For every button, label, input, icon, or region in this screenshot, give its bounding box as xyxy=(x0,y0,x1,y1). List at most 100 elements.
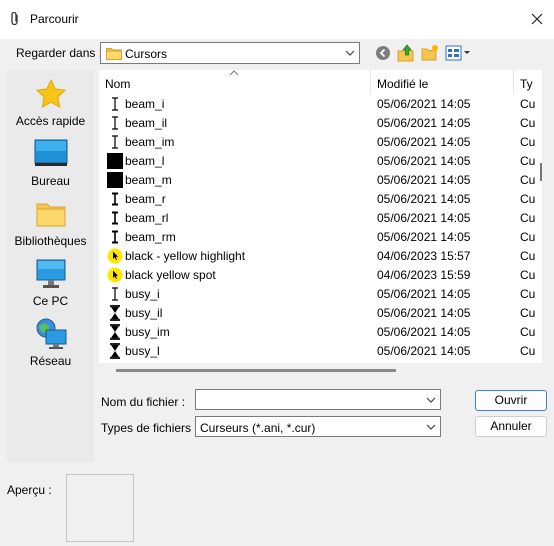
folder-icon xyxy=(106,48,122,60)
places-bar: Accès rapide Bureau Bibliothèques Ce PC xyxy=(7,70,94,462)
file-type: Cu xyxy=(520,192,536,206)
new-folder-icon xyxy=(421,45,438,61)
file-modified-date: 05/06/2021 14:05 xyxy=(377,230,471,244)
paperclip-icon xyxy=(11,11,18,26)
place-label: Ce PC xyxy=(32,294,69,308)
file-row[interactable]: beam_r 05/06/2021 14:05 Cu xyxy=(99,189,535,208)
file-modified-date: 05/06/2021 14:05 xyxy=(377,325,471,339)
hourglass-cursor-icon xyxy=(107,343,123,359)
network-icon xyxy=(36,318,66,349)
file-type: Cu xyxy=(520,344,536,358)
yellow-spot-cursor-icon xyxy=(107,267,123,283)
file-modified-date: 05/06/2021 14:05 xyxy=(377,154,471,168)
file-row[interactable]: beam_m 05/06/2021 14:05 Cu xyxy=(99,170,535,189)
chevron-down-icon[interactable] xyxy=(426,395,436,405)
view-menu-icon xyxy=(445,45,470,61)
file-type: Cu xyxy=(520,97,536,111)
up-folder-button[interactable] xyxy=(396,43,416,63)
file-name: beam_rm xyxy=(125,230,176,244)
file-type: Cu xyxy=(520,154,536,168)
star-icon xyxy=(35,78,66,108)
file-row[interactable]: beam_i 05/06/2021 14:05 Cu xyxy=(99,94,535,113)
look-in-value: Cursors xyxy=(125,47,168,61)
place-this-pc[interactable]: Ce PC xyxy=(7,258,94,316)
beam-thick-cursor-icon xyxy=(107,229,123,245)
column-divider[interactable] xyxy=(513,70,514,94)
file-row[interactable]: black yellow spot 04/06/2023 15:59 Cu xyxy=(99,265,535,284)
file-name: busy_l xyxy=(125,344,160,358)
file-modified-date: 05/06/2021 14:05 xyxy=(377,173,471,187)
place-label: Accès rapide xyxy=(15,114,86,128)
file-modified-date: 05/06/2021 14:05 xyxy=(377,135,471,149)
back-button[interactable] xyxy=(373,43,393,63)
beam-thick-cursor-icon xyxy=(107,210,123,226)
file-type: Cu xyxy=(520,249,536,263)
file-name: busy_im xyxy=(125,325,170,339)
file-type: Cu xyxy=(520,135,536,149)
black-block-cursor-icon xyxy=(107,153,123,169)
file-row[interactable]: beam_l 05/06/2021 14:05 Cu xyxy=(99,151,535,170)
chevron-down-icon[interactable] xyxy=(426,422,436,432)
column-header: Nom Modifié le Ty xyxy=(99,70,542,94)
sort-ascending-icon xyxy=(229,70,239,76)
file-type: Cu xyxy=(520,230,536,244)
column-type-header[interactable]: Ty xyxy=(520,77,533,91)
file-row[interactable]: busy_i 05/06/2021 14:05 Cu xyxy=(99,284,535,303)
new-folder-button[interactable] xyxy=(420,43,440,63)
preview-box xyxy=(66,474,134,542)
black-block-cursor-icon xyxy=(107,172,123,188)
close-icon[interactable] xyxy=(529,11,545,27)
file-row[interactable]: busy_im 05/06/2021 14:05 Cu xyxy=(99,322,535,341)
place-quick-access[interactable]: Accès rapide xyxy=(7,78,94,136)
place-libraries[interactable]: Bibliothèques xyxy=(7,198,94,256)
view-menu-button[interactable] xyxy=(444,43,472,63)
file-modified-date: 05/06/2021 14:05 xyxy=(377,306,471,320)
file-name: busy_i xyxy=(125,287,160,301)
file-row[interactable]: beam_rm 05/06/2021 14:05 Cu xyxy=(99,227,535,246)
beam-thin-cursor-icon xyxy=(107,96,123,112)
scrollbar-thumb[interactable] xyxy=(540,163,542,181)
file-name: beam_il xyxy=(125,116,168,130)
file-modified-date: 05/06/2021 14:05 xyxy=(377,97,471,111)
beam-thin-cursor-icon xyxy=(107,286,123,302)
file-type: Cu xyxy=(520,306,536,320)
hourglass-cursor-icon xyxy=(107,305,123,321)
place-desktop[interactable]: Bureau xyxy=(7,138,94,196)
file-modified-date: 05/06/2021 14:05 xyxy=(377,116,471,130)
filetype-combo[interactable]: Curseurs (*.ani, *.cur) xyxy=(195,416,441,437)
filename-label: Nom du fichier : xyxy=(101,395,186,409)
file-row[interactable]: beam_il 05/06/2021 14:05 Cu xyxy=(99,113,535,132)
file-row[interactable]: beam_rl 05/06/2021 14:05 Cu xyxy=(99,208,535,227)
beam-thin-cursor-icon xyxy=(107,134,123,150)
column-modified-header[interactable]: Modifié le xyxy=(377,77,428,91)
file-name: beam_rl xyxy=(125,211,169,225)
file-list[interactable]: Nom Modifié le Ty beam_i 05/06/2021 14:05… xyxy=(99,70,542,363)
hourglass-cursor-icon xyxy=(107,324,123,340)
file-modified-date: 04/06/2023 15:59 xyxy=(377,268,471,282)
chevron-down-icon[interactable] xyxy=(345,48,355,58)
file-modified-date: 04/06/2023 15:57 xyxy=(377,249,471,263)
file-name: black - yellow highlight xyxy=(125,249,246,263)
place-label: Bureau xyxy=(31,174,70,188)
vertical-scrollbar[interactable] xyxy=(538,70,543,363)
look-in-combo[interactable]: Cursors xyxy=(100,42,360,64)
horizontal-scrollbar[interactable] xyxy=(116,369,396,372)
file-modified-date: 05/06/2021 14:05 xyxy=(377,211,471,225)
file-row[interactable]: beam_im 05/06/2021 14:05 Cu xyxy=(99,132,535,151)
cancel-button[interactable]: Annuler xyxy=(475,416,547,437)
open-button[interactable]: Ouvrir xyxy=(475,390,547,411)
filename-combo[interactable] xyxy=(195,389,441,410)
file-row[interactable]: black - yellow highlight 04/06/2023 15:57… xyxy=(99,246,535,265)
file-type: Cu xyxy=(520,116,536,130)
file-name: beam_im xyxy=(125,135,175,149)
file-row[interactable]: busy_il 05/06/2021 14:05 Cu xyxy=(99,303,535,322)
file-name: beam_l xyxy=(125,154,165,168)
place-network[interactable]: Réseau xyxy=(7,318,94,376)
file-type: Cu xyxy=(520,211,536,225)
column-divider[interactable] xyxy=(370,70,371,94)
beam-thick-cursor-icon xyxy=(107,191,123,207)
file-row[interactable]: busy_l 05/06/2021 14:05 Cu xyxy=(99,341,535,360)
column-name-header[interactable]: Nom xyxy=(105,77,130,91)
yellow-spot-cursor-icon xyxy=(107,248,123,264)
preview-label: Aperçu : xyxy=(7,483,52,497)
